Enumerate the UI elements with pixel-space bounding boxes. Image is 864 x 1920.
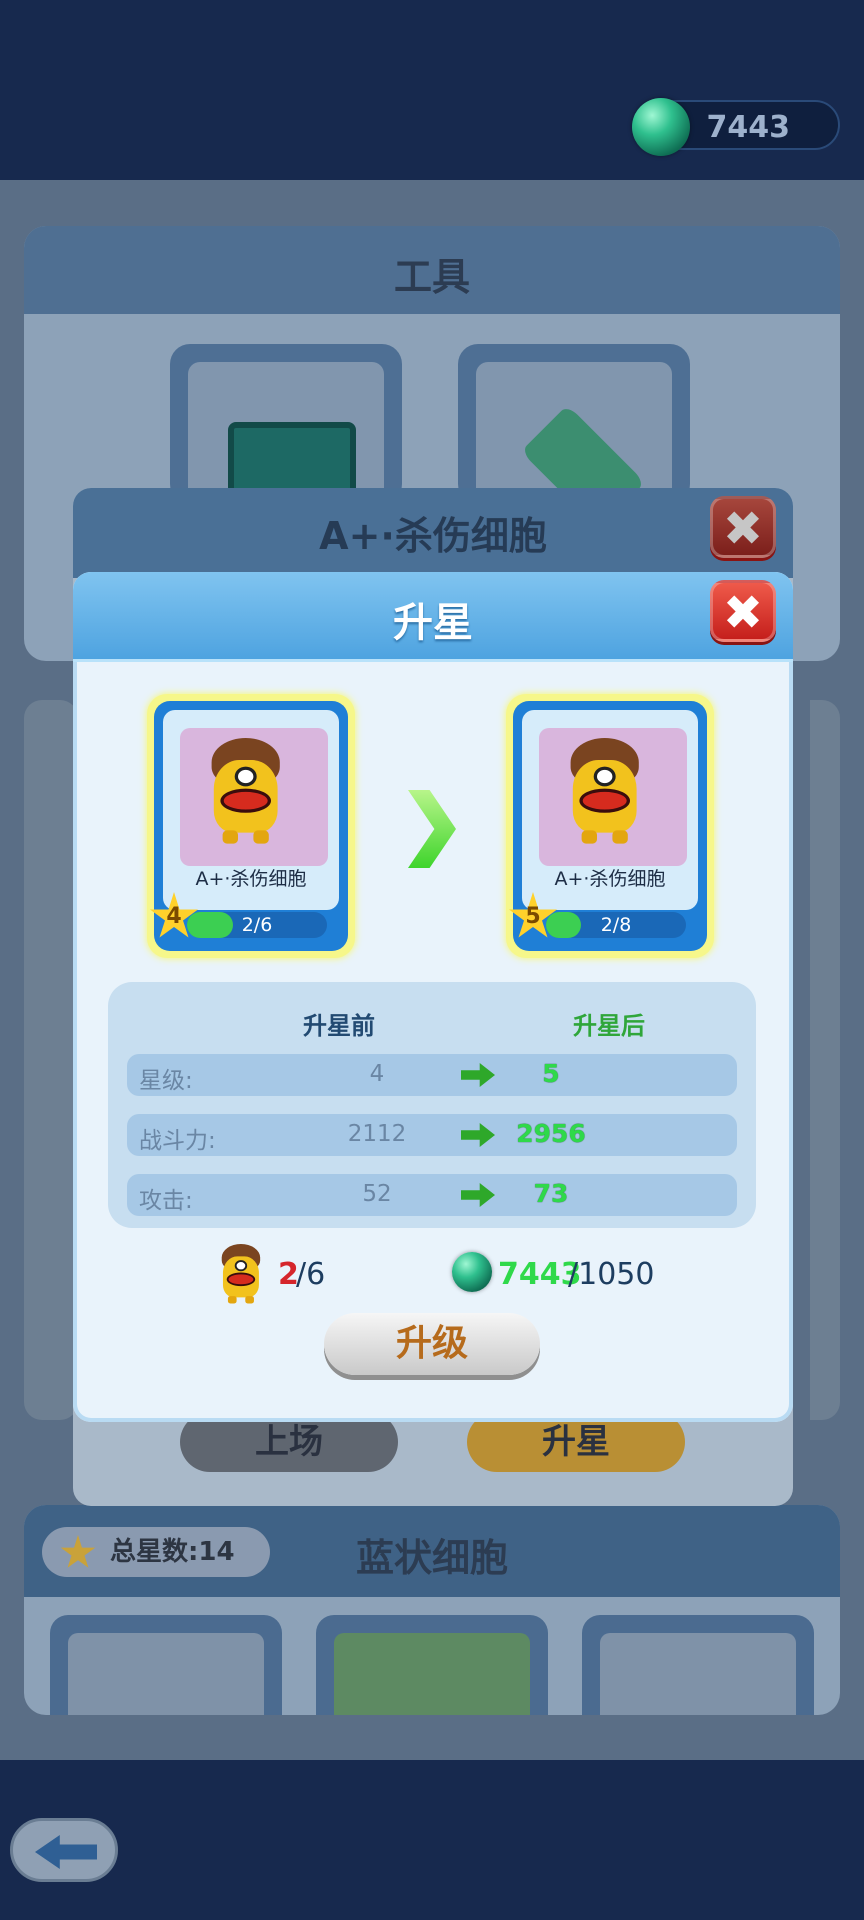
progress-text: 2/8 xyxy=(600,914,632,936)
background-card-column xyxy=(24,700,78,1420)
card-after: A+·杀伤细胞 2/8 5 xyxy=(506,694,714,958)
close-icon: ✖ xyxy=(722,585,764,641)
cells-title: 蓝状细胞 xyxy=(355,1536,508,1580)
star-level: 4 xyxy=(166,904,182,929)
gem-count: 7443 xyxy=(706,110,791,145)
card-before: A+·杀伤细胞 2/6 4 xyxy=(147,694,355,958)
background-card-column xyxy=(810,700,840,1420)
shard-progress-bar: 2/6 xyxy=(187,912,327,938)
gem-required: /1050 xyxy=(568,1257,655,1292)
bottom-bar xyxy=(0,1760,864,1920)
stat-before-value: 4 xyxy=(369,1061,385,1087)
gem-icon xyxy=(632,98,690,156)
gem-counter[interactable]: 7443 xyxy=(632,98,840,156)
cells-panel: 总星数:14 蓝状细胞 xyxy=(24,1505,840,1715)
progress-text: 2/6 xyxy=(241,914,273,936)
shard-required: /6 xyxy=(296,1257,326,1292)
card-name: A+·杀伤细胞 xyxy=(195,868,307,890)
tools-title: 工具 xyxy=(393,255,470,299)
before-header: 升星前 xyxy=(303,1012,375,1040)
stat-row-star-level: 星级: 4 5 xyxy=(127,1054,737,1096)
top-bar xyxy=(0,0,864,180)
stat-after-value: 73 xyxy=(533,1179,569,1208)
cell-slot[interactable] xyxy=(316,1615,548,1715)
cell-slot[interactable] xyxy=(50,1615,282,1715)
stat-after-value: 2956 xyxy=(516,1119,586,1148)
cell-detail-close-button[interactable]: ✖ xyxy=(710,496,776,558)
star-level: 5 xyxy=(525,904,541,929)
back-arrow-icon xyxy=(35,1835,97,1869)
stat-label: 攻击: xyxy=(139,1188,193,1214)
tool-slot[interactable] xyxy=(170,344,402,504)
stat-label: 星级: xyxy=(139,1068,193,1094)
cell-detail-title: A+·杀伤细胞 xyxy=(319,514,547,558)
gem-icon xyxy=(452,1252,492,1292)
stat-before-value: 52 xyxy=(362,1181,392,1207)
tool-slot[interactable] xyxy=(458,344,690,530)
close-icon: ✖ xyxy=(722,501,764,557)
stat-row-power: 战斗力: 2112 2956 xyxy=(127,1114,737,1156)
dialog-close-button[interactable]: ✖ xyxy=(710,580,776,642)
upgrade-button[interactable]: 升级 xyxy=(324,1313,540,1375)
dialog-title: 升星 xyxy=(393,600,473,646)
arrow-right-icon xyxy=(461,1123,495,1147)
stat-row-attack: 攻击: 52 73 xyxy=(127,1174,737,1216)
shard-progress-bar: 2/8 xyxy=(546,912,686,938)
stat-label: 战斗力: xyxy=(139,1128,216,1154)
after-header: 升星后 xyxy=(573,1012,645,1040)
stat-before-value: 2112 xyxy=(347,1121,407,1147)
arrow-right-icon xyxy=(461,1063,495,1087)
back-button[interactable] xyxy=(10,1818,118,1882)
arrow-right-icon xyxy=(461,1183,495,1207)
card-name: A+·杀伤细胞 xyxy=(554,868,666,890)
cell-slot[interactable] xyxy=(582,1615,814,1715)
stat-after-value: 5 xyxy=(542,1059,560,1088)
